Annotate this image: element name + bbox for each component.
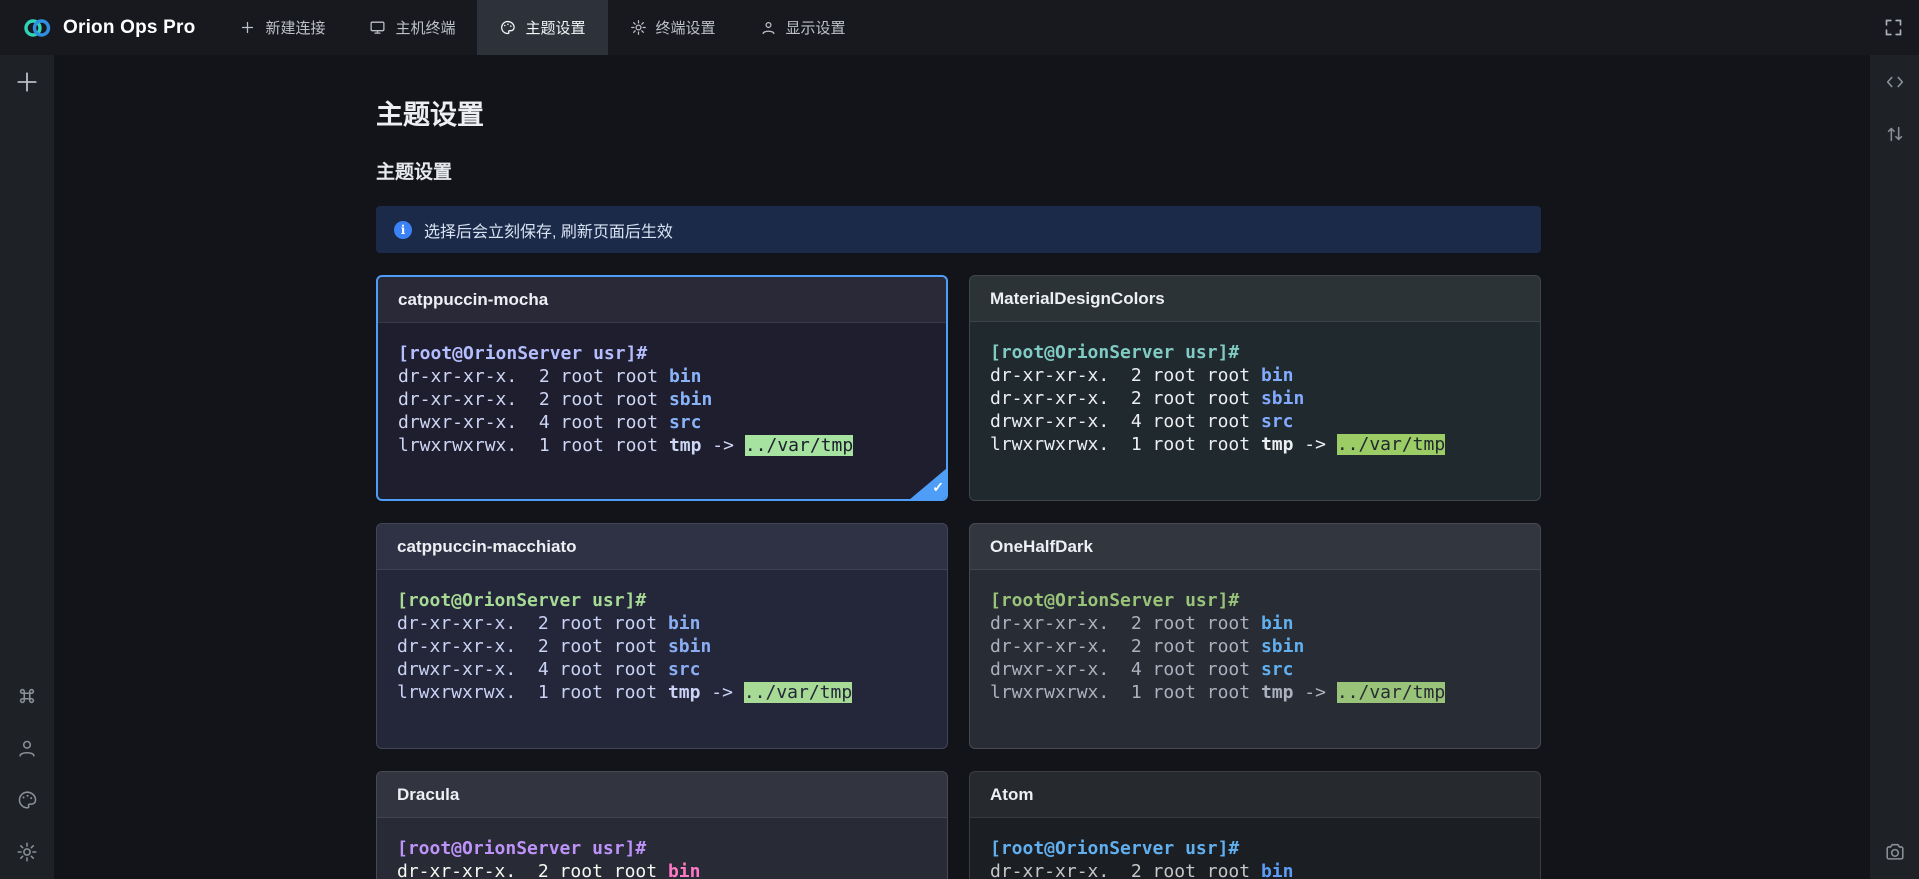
selected-check-corner: ✓ xyxy=(909,468,947,500)
terminal-preview: [root@OrionServer usr]#dr-xr-xr-x. 2 roo… xyxy=(970,322,1540,475)
nav-item-label: 终端设置 xyxy=(656,17,716,38)
theme-name: Dracula xyxy=(377,772,947,818)
terminal-prompt: [root@OrionServer usr]# xyxy=(990,589,1520,612)
terminal-line: dr-xr-xr-x. 2 root root bin xyxy=(990,364,1520,387)
terminal-prompt: [root@OrionServer usr]# xyxy=(990,837,1520,860)
plus-icon xyxy=(14,69,40,95)
page-title: 主题设置 xyxy=(376,99,1541,131)
camera-icon xyxy=(1884,841,1906,863)
theme-card[interactable]: Dracula [root@OrionServer usr]#dr-xr-xr-… xyxy=(376,771,948,879)
nav-item-host-terminal[interactable]: 主机终端 xyxy=(347,0,477,55)
gear-icon xyxy=(16,841,38,863)
user-button[interactable] xyxy=(16,737,38,759)
palette-icon xyxy=(499,19,516,36)
terminal-prompt: [root@OrionServer usr]# xyxy=(397,589,927,612)
add-connection-button[interactable] xyxy=(14,69,40,95)
left-sidebar xyxy=(0,55,54,879)
terminal-preview: [root@OrionServer usr]#dr-xr-xr-x. 2 roo… xyxy=(970,570,1540,723)
terminal-line: drwxr-xr-x. 4 root root src xyxy=(397,658,927,681)
theme-card[interactable]: OneHalfDark [root@OrionServer usr]#dr-xr… xyxy=(969,523,1541,749)
fullscreen-button[interactable] xyxy=(1883,0,1904,55)
screenshot-button[interactable] xyxy=(1884,841,1906,863)
nav-item-display-settings[interactable]: 显示设置 xyxy=(738,0,868,55)
command-button[interactable] xyxy=(16,685,38,707)
left-sidebar-bottom xyxy=(16,685,38,879)
terminal-line: dr-xr-xr-x. 2 root root sbin xyxy=(990,635,1520,658)
check-icon: ✓ xyxy=(932,480,944,494)
code-button[interactable] xyxy=(1884,71,1906,93)
main-nav: 新建连接 主机终端 主题设置 终端设置 显示设置 xyxy=(217,0,867,55)
notice-text: 选择后会立刻保存, 刷新页面后生效 xyxy=(424,218,673,242)
settings-button[interactable] xyxy=(16,841,38,863)
code-icon xyxy=(1884,71,1906,93)
nav-item-label: 新建连接 xyxy=(265,17,325,38)
terminal-line: lrwxrwxrwx. 1 root root tmp -> ../var/tm… xyxy=(398,434,926,457)
top-navbar: Orion Ops Pro 新建连接 主机终端 主题设置 终端设置 xyxy=(0,0,1919,55)
theme-name: MaterialDesignColors xyxy=(970,276,1540,322)
terminal-line: dr-xr-xr-x. 2 root root bin xyxy=(397,860,927,879)
app-brand-name: Orion Ops Pro xyxy=(63,17,195,39)
nav-item-label: 显示设置 xyxy=(786,17,846,38)
terminal-prompt: [root@OrionServer usr]# xyxy=(990,341,1520,364)
theme-name: Atom xyxy=(970,772,1540,818)
nav-item-label: 主题设置 xyxy=(525,17,585,38)
theme-name: catppuccin-macchiato xyxy=(377,524,947,570)
display-settings-icon xyxy=(760,19,777,36)
terminal-icon xyxy=(369,19,386,36)
terminal-line: dr-xr-xr-x. 2 root root bin xyxy=(397,612,927,635)
theme-button[interactable] xyxy=(16,789,38,811)
theme-card[interactable]: MaterialDesignColors [root@OrionServer u… xyxy=(969,275,1541,501)
theme-name: catppuccin-mocha xyxy=(378,277,946,323)
terminal-preview: [root@OrionServer usr]#dr-xr-xr-x. 2 roo… xyxy=(377,818,947,879)
nav-item-label: 主机终端 xyxy=(395,17,455,38)
terminal-line: dr-xr-xr-x. 2 root root bin xyxy=(398,365,926,388)
terminal-line: dr-xr-xr-x. 2 root root sbin xyxy=(398,388,926,411)
right-sidebar xyxy=(1870,55,1919,879)
main-content: 主题设置 主题设置 i 选择后会立刻保存, 刷新页面后生效 catppuccin… xyxy=(54,55,1870,879)
terminal-line: lrwxrwxrwx. 1 root root tmp -> ../var/tm… xyxy=(990,433,1520,456)
content-container: 主题设置 主题设置 i 选择后会立刻保存, 刷新页面后生效 catppuccin… xyxy=(376,55,1541,879)
theme-card[interactable]: catppuccin-macchiato [root@OrionServer u… xyxy=(376,523,948,749)
terminal-prompt: [root@OrionServer usr]# xyxy=(397,837,927,860)
terminal-line: dr-xr-xr-x. 2 root root sbin xyxy=(397,635,927,658)
command-icon xyxy=(16,685,38,707)
terminal-line: dr-xr-xr-x. 2 root root sbin xyxy=(990,387,1520,410)
theme-grid: catppuccin-mocha [root@OrionServer usr]#… xyxy=(376,275,1541,879)
theme-card[interactable]: catppuccin-mocha [root@OrionServer usr]#… xyxy=(376,275,948,501)
nav-item-terminal-settings[interactable]: 终端设置 xyxy=(608,0,738,55)
terminal-line: drwxr-xr-x. 4 root root src xyxy=(990,410,1520,433)
nav-item-theme-settings[interactable]: 主题设置 xyxy=(477,0,607,55)
nav-item-new-connection[interactable]: 新建连接 xyxy=(217,0,347,55)
fullscreen-icon xyxy=(1883,17,1904,38)
theme-name: OneHalfDark xyxy=(970,524,1540,570)
terminal-preview: [root@OrionServer usr]#dr-xr-xr-x. 2 roo… xyxy=(377,570,947,723)
palette-icon xyxy=(16,789,38,811)
terminal-line: dr-xr-xr-x. 2 root root bin xyxy=(990,612,1520,635)
terminal-preview: [root@OrionServer usr]#dr-xr-xr-x. 2 roo… xyxy=(970,818,1540,879)
notice-banner: i 选择后会立刻保存, 刷新页面后生效 xyxy=(376,206,1541,253)
terminal-line: drwxr-xr-x. 4 root root src xyxy=(990,658,1520,681)
terminal-prompt: [root@OrionServer usr]# xyxy=(398,342,926,365)
section-title: 主题设置 xyxy=(376,161,1541,184)
gear-icon xyxy=(630,19,647,36)
user-icon xyxy=(16,737,38,759)
terminal-line: dr-xr-xr-x. 2 root root bin xyxy=(990,860,1520,879)
terminal-line: lrwxrwxrwx. 1 root root tmp -> ../var/tm… xyxy=(397,681,927,704)
app-logo-icon xyxy=(22,13,52,43)
terminal-line: drwxr-xr-x. 4 root root src xyxy=(398,411,926,434)
right-sidebar-bottom xyxy=(1884,841,1906,879)
plus-icon xyxy=(239,19,256,36)
terminal-preview: [root@OrionServer usr]#dr-xr-xr-x. 2 roo… xyxy=(378,323,946,476)
sort-button[interactable] xyxy=(1884,123,1906,145)
info-icon: i xyxy=(394,221,412,239)
sort-arrows-icon xyxy=(1884,123,1906,145)
terminal-line: lrwxrwxrwx. 1 root root tmp -> ../var/tm… xyxy=(990,681,1520,704)
theme-card[interactable]: Atom [root@OrionServer usr]#dr-xr-xr-x. … xyxy=(969,771,1541,879)
app-brand: Orion Ops Pro xyxy=(0,0,217,55)
